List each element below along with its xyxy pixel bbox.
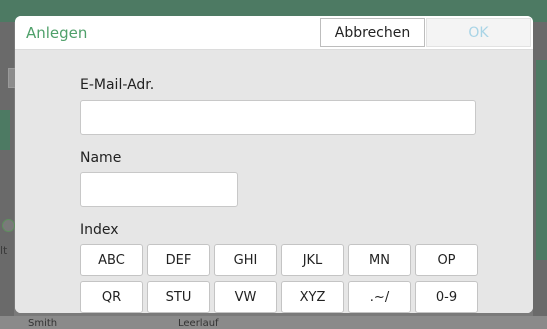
index-button-ghi[interactable]: GHI [214, 244, 277, 276]
background-label: lt [0, 244, 8, 257]
index-button-stu[interactable]: STU [147, 281, 210, 313]
background-left-accent [0, 110, 10, 150]
index-label: Index [80, 222, 119, 238]
index-button-vw[interactable]: VW [214, 281, 277, 313]
dialog-body: E-Mail-Adr. Name Index ABC DEF GHI JKL M… [15, 50, 533, 313]
cancel-button[interactable]: Abbrechen [320, 18, 425, 47]
index-button-def[interactable]: DEF [147, 244, 210, 276]
create-entry-dialog: Anlegen Abbrechen OK E-Mail-Adr. Name In… [15, 16, 533, 313]
email-label: E-Mail-Adr. [80, 77, 155, 93]
check-icon [2, 219, 15, 232]
index-button-abc[interactable]: ABC [80, 244, 143, 276]
email-field[interactable] [80, 100, 476, 135]
index-button-digits[interactable]: 0-9 [415, 281, 478, 313]
index-button-grid: ABC DEF GHI JKL MN OP QR STU VW XYZ .~/ … [80, 244, 478, 313]
ok-button[interactable]: OK [426, 18, 531, 47]
index-button-op[interactable]: OP [415, 244, 478, 276]
background-user-name: Smith [28, 318, 58, 329]
name-label: Name [80, 150, 122, 166]
background-status-text: Leerlauf [178, 318, 219, 329]
background-right-accent [536, 60, 547, 260]
background-status-bar [0, 316, 547, 329]
index-button-mn[interactable]: MN [348, 244, 411, 276]
dialog-titlebar: Anlegen Abbrechen OK [15, 16, 533, 50]
background-left-panel [0, 22, 14, 317]
name-field[interactable] [80, 172, 238, 207]
index-button-xyz[interactable]: XYZ [281, 281, 344, 313]
index-button-symbols[interactable]: .~/ [348, 281, 411, 313]
index-button-jkl[interactable]: JKL [281, 244, 344, 276]
index-button-qr[interactable]: QR [80, 281, 143, 313]
dialog-title: Anlegen [26, 24, 88, 42]
